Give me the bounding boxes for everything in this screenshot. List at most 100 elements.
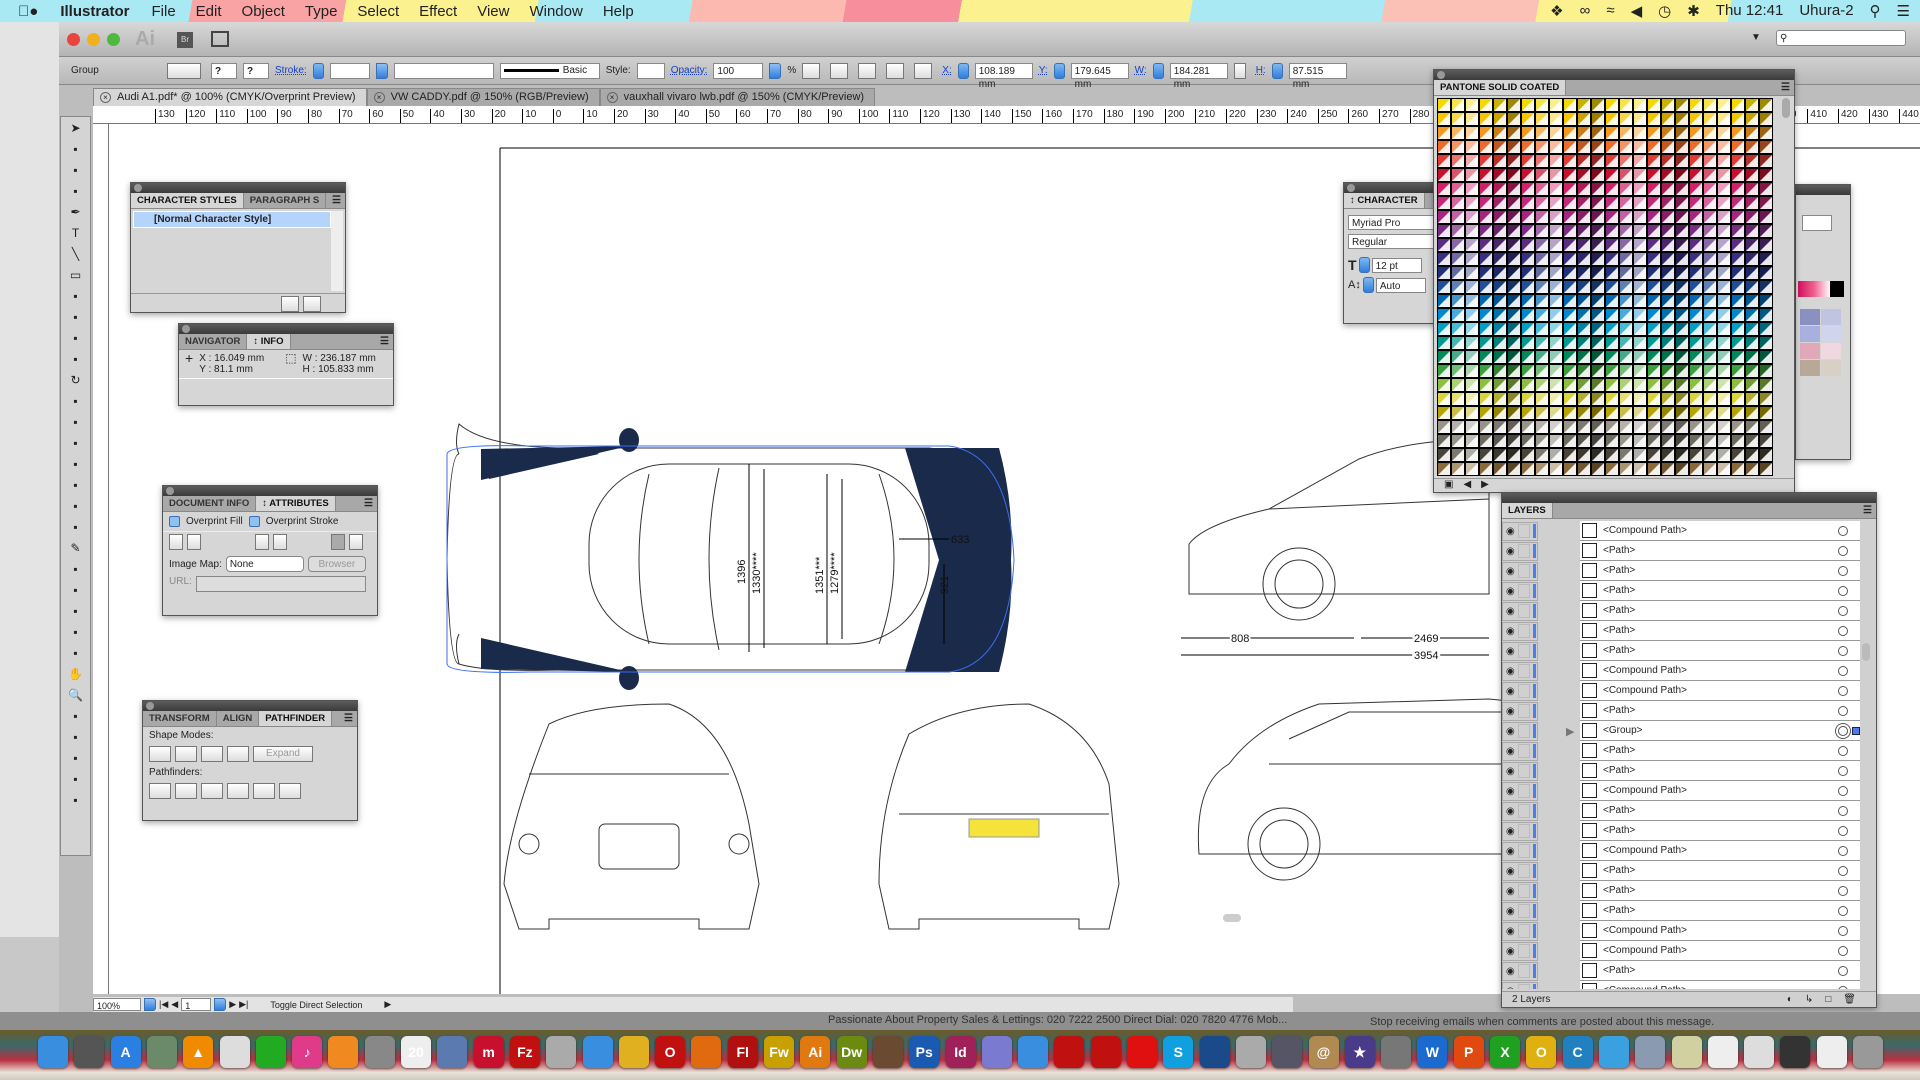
color-ramp[interactable] [1798,281,1844,297]
pantone-swatch[interactable] [1661,448,1675,462]
visibility-eye-icon[interactable]: ◉ [1506,786,1515,797]
y-stepper[interactable] [1053,62,1065,79]
artboard-dropdown[interactable] [214,998,227,1011]
layer-name[interactable]: <Path> [1603,865,1635,876]
pantone-swatch[interactable] [1745,392,1759,406]
pantone-swatch[interactable] [1731,238,1745,252]
pantone-swatch[interactable] [1493,294,1507,308]
browser-button[interactable]: Browser [307,556,366,572]
tab-layers[interactable]: LAYERS [1502,503,1553,518]
pantone-swatch[interactable] [1647,154,1661,168]
mendeley-icon[interactable]: m [473,1036,504,1068]
screen-mode-tool-icon[interactable]: ▪ [62,790,89,810]
pantone-swatch[interactable] [1605,140,1619,154]
pantone-swatch[interactable] [1647,252,1661,266]
pantone-swatch[interactable] [1507,280,1521,294]
pantone-swatch[interactable] [1647,462,1661,476]
photoshop-icon[interactable]: Ps [909,1036,940,1068]
safari-icon[interactable] [582,1036,613,1068]
pantone-swatch[interactable] [1507,392,1521,406]
pantone-swatch[interactable] [1535,294,1549,308]
pantone-swatch[interactable] [1591,224,1605,238]
pantone-swatch[interactable] [1563,434,1577,448]
pantone-swatch[interactable] [1437,364,1451,378]
mail-signature[interactable]: Passionate About Property Sales & Lettin… [828,1014,1287,1026]
target-circle-icon[interactable] [1838,705,1848,716]
pantone-swatch[interactable] [1633,336,1647,350]
pantone-swatch[interactable] [1451,462,1465,476]
target-circle-icon[interactable] [1838,545,1848,556]
pantone-swatch[interactable] [1689,140,1703,154]
pantone-swatch[interactable] [1493,280,1507,294]
pantone-swatch[interactable] [1577,168,1591,182]
pantone-swatch[interactable] [1479,378,1493,392]
pantone-swatch[interactable] [1437,420,1451,434]
menu-object[interactable]: Object [242,3,285,20]
pantone-swatch[interactable] [1619,154,1633,168]
pantone-swatch[interactable] [1479,238,1493,252]
pantone-swatch[interactable] [1647,420,1661,434]
pantone-swatch[interactable] [1717,322,1731,336]
layer-row[interactable]: ◉ <Path> [1502,861,1876,881]
pantone-swatch[interactable] [1759,112,1773,126]
pantone-swatch[interactable] [1675,224,1689,238]
pantone-swatch[interactable] [1451,322,1465,336]
pantone-swatch[interactable] [1619,434,1633,448]
pantone-swatch[interactable] [1591,168,1605,182]
line-tool-icon[interactable]: ╲ [62,244,89,264]
pantone-swatch[interactable] [1745,140,1759,154]
pantone-swatch[interactable] [1493,126,1507,140]
slice-tool-icon[interactable]: ▪ [62,643,89,663]
visibility-eye-icon[interactable]: ◉ [1506,926,1515,937]
panel-titlebar[interactable] [179,324,393,334]
acrobat-icon[interactable] [1090,1036,1121,1068]
layer-name[interactable]: <Path> [1603,625,1635,636]
pantone-swatch[interactable] [1535,462,1549,476]
pantone-swatch[interactable] [1563,294,1577,308]
pantone-swatch[interactable] [1577,406,1591,420]
stroke-weight-dropdown[interactable] [375,62,388,79]
pantone-swatch[interactable] [1633,308,1647,322]
pantone-swatch[interactable] [1675,154,1689,168]
pantone-swatch[interactable] [1703,350,1717,364]
pantone-swatch[interactable] [1605,350,1619,364]
pantone-swatch[interactable] [1493,434,1507,448]
tool-hint[interactable]: Toggle Direct Selection [251,1000,381,1010]
font-size-input[interactable]: 12 pt [1371,257,1422,273]
pantone-swatch[interactable] [1493,364,1507,378]
layer-row[interactable]: ◉ <Compound Path> [1502,681,1876,701]
pantone-swatch[interactable] [1465,140,1479,154]
pantone-swatch[interactable] [1465,448,1479,462]
pantone-swatch[interactable] [1745,238,1759,252]
pantone-swatch[interactable] [1437,112,1451,126]
pantone-swatch[interactable] [1451,420,1465,434]
target-circle-icon[interactable] [1838,885,1848,896]
trim-icon[interactable] [175,783,197,799]
pantone-swatch[interactable] [1717,98,1731,112]
panel-titlebar[interactable] [143,701,357,711]
layer-row[interactable]: ◉ <Compound Path> [1502,781,1876,801]
pantone-swatch[interactable] [1759,252,1773,266]
pantone-swatch[interactable] [1633,210,1647,224]
pantone-swatch[interactable] [1437,294,1451,308]
layer-row[interactable]: ◉ <Compound Path> [1502,921,1876,941]
apple-icon[interactable]: ● [18,3,38,20]
car-rear-view[interactable] [878,703,1120,930]
panel-close-icon[interactable] [134,184,142,192]
pantone-swatch[interactable] [1689,392,1703,406]
style-item-normal[interactable]: [Normal Character Style] [133,211,331,228]
pantone-swatch[interactable] [1465,350,1479,364]
pantone-swatch[interactable] [1703,126,1717,140]
chrome-icon[interactable] [618,1036,649,1068]
indesign-icon[interactable]: Id [945,1036,976,1068]
pantone-swatch[interactable] [1661,126,1675,140]
illustrator-icon[interactable]: Ai [800,1036,831,1068]
pantone-swatch[interactable] [1549,112,1563,126]
pantone-swatch[interactable] [1437,350,1451,364]
pantone-swatch[interactable] [1647,238,1661,252]
pantone-swatch[interactable] [1717,392,1731,406]
pantone-swatch[interactable] [1661,294,1675,308]
pantone-swatch[interactable] [1675,350,1689,364]
pantone-swatch[interactable] [1605,252,1619,266]
pantone-swatch[interactable] [1577,238,1591,252]
